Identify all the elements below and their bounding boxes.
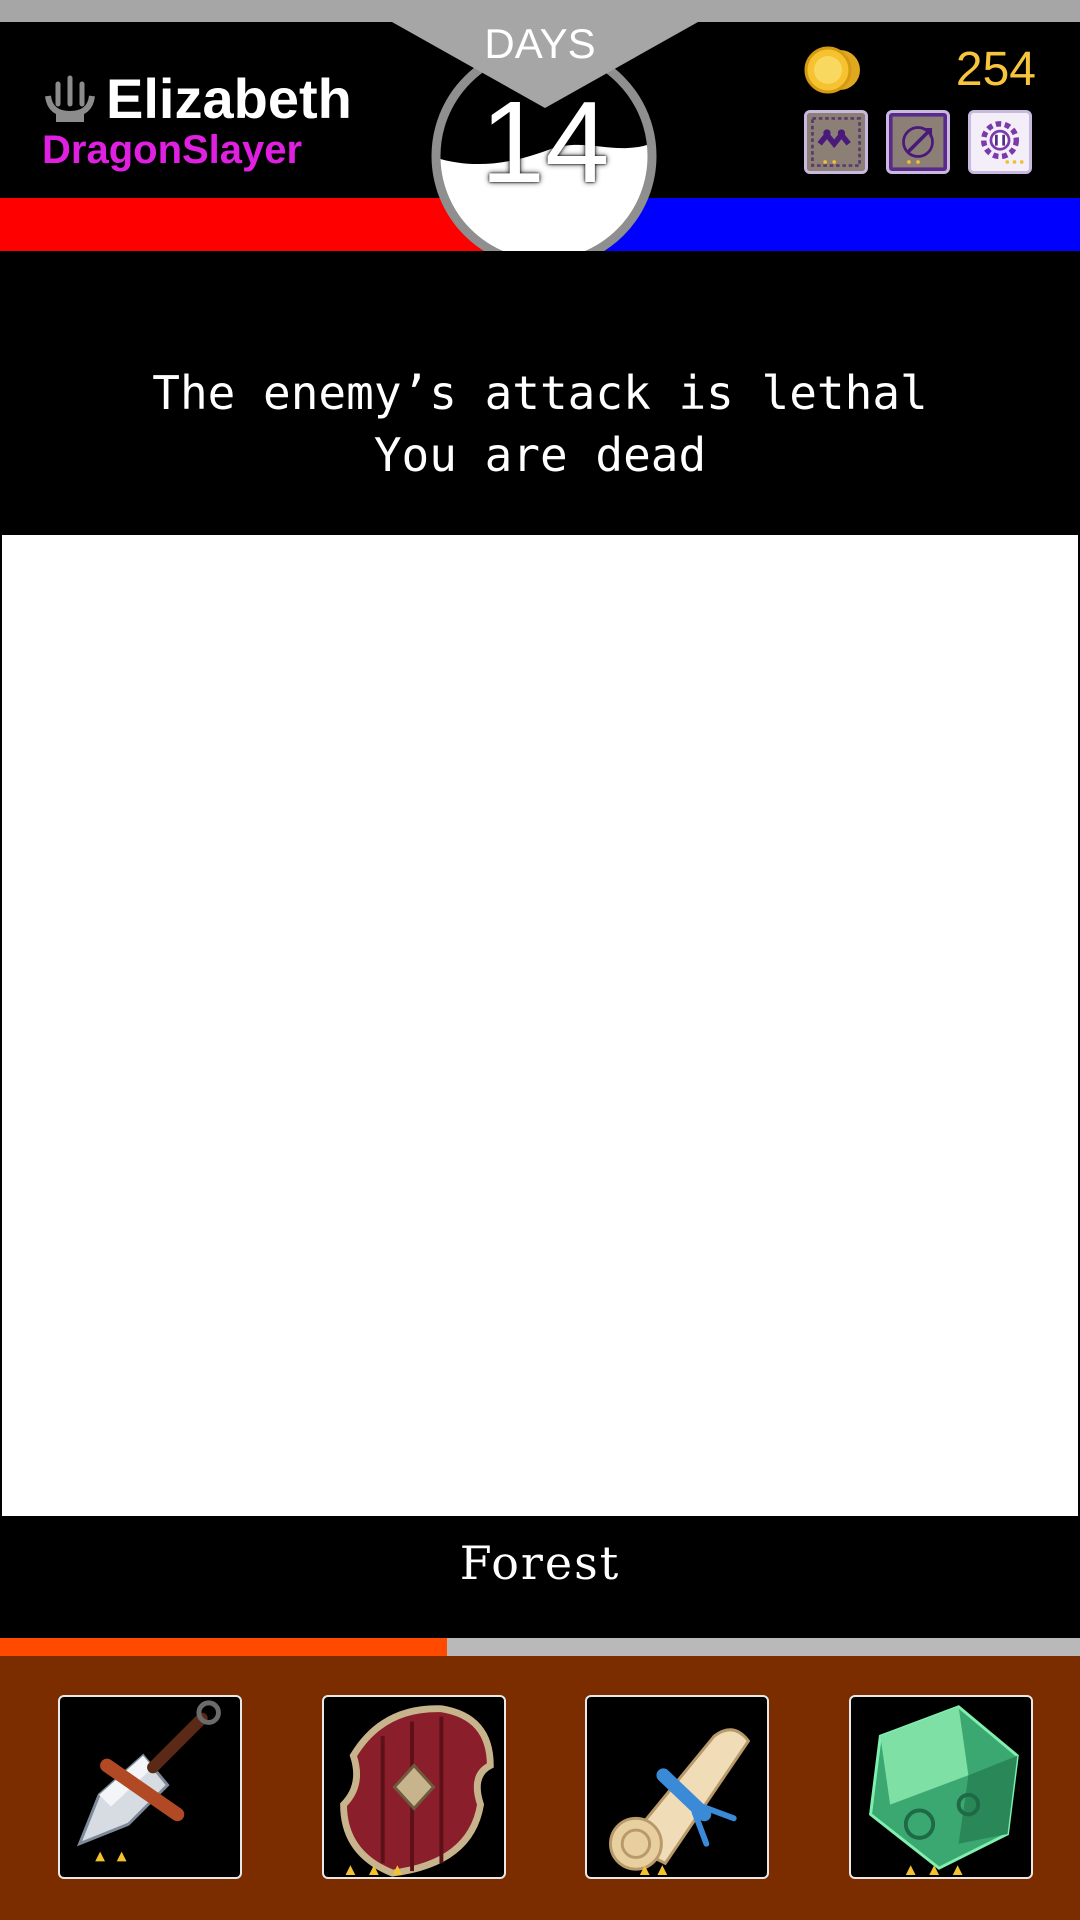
- scroll-icon: [609, 1728, 751, 1876]
- gold-value: 254: [955, 43, 1036, 96]
- skill-totem-icon[interactable]: [804, 110, 868, 174]
- player-title: DragonSlayer: [42, 128, 303, 172]
- dagger-slot[interactable]: [58, 1695, 242, 1879]
- day-number: 14: [480, 77, 610, 207]
- gold-coin-icon: [800, 42, 866, 98]
- location-name: Forest: [459, 1536, 621, 1590]
- skill-compass-icon[interactable]: [886, 110, 950, 174]
- top-gray-strip: [0, 0, 1080, 22]
- shield-slot[interactable]: [322, 1695, 506, 1879]
- days-label: DAYS: [484, 20, 596, 67]
- player-name: Elizabeth: [106, 67, 352, 130]
- crystal-slot[interactable]: [849, 1695, 1033, 1879]
- progress-track: [0, 1638, 1080, 1656]
- message-line-1: The enemy’s attack is lethal: [152, 366, 928, 420]
- scroll-slot[interactable]: [585, 1695, 769, 1879]
- scene-panel: [2, 535, 1078, 1516]
- crown-icon: [44, 74, 96, 126]
- dagger-icon: [76, 1700, 221, 1862]
- green-crystal-icon: [869, 1705, 1019, 1876]
- progress-fill: [0, 1638, 448, 1656]
- message-line-2: You are dead: [373, 428, 707, 482]
- shield-icon: [340, 1705, 494, 1877]
- skill-gear-icon[interactable]: [968, 110, 1032, 174]
